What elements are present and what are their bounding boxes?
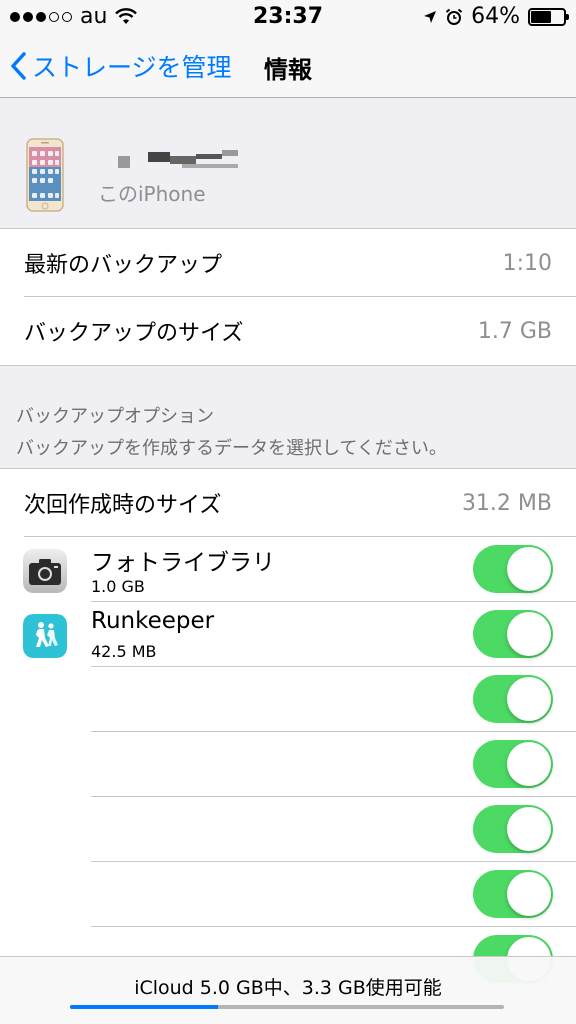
page-title: 情報 — [264, 56, 312, 84]
backup-options-group: 次回作成時のサイズ 31.2 MB フォトライブラリ 1.0 GB Runkee… — [0, 468, 576, 983]
iphone-device-icon — [26, 138, 64, 212]
backup-options-header: バックアップオプション — [16, 406, 214, 427]
backup-toggle[interactable] — [473, 870, 553, 918]
backup-toggle[interactable] — [473, 805, 553, 853]
app-name: Runkeeper — [91, 608, 215, 634]
backup-options-subheader: バックアップを作成するデータを選択してください。 — [16, 438, 447, 459]
storage-progress-bar — [70, 1005, 504, 1009]
backup-size-label: バックアップのサイズ — [24, 321, 244, 346]
next-backup-size-value: 31.2 MB — [461, 490, 552, 516]
storage-progress-fill — [70, 1005, 218, 1009]
app-row-runkeeper: Runkeeper 42.5 MB — [0, 602, 576, 667]
app-size: 1.0 GB — [91, 577, 145, 596]
latest-backup-row: 最新のバックアップ 1:10 — [0, 229, 576, 297]
app-row — [0, 732, 576, 797]
alarm-clock-icon — [445, 8, 463, 25]
back-button[interactable]: ストレージを管理 — [10, 48, 232, 84]
backup-info-group: 最新のバックアップ 1:10 バックアップのサイズ 1.7 GB — [0, 228, 576, 366]
battery-percent: 64% — [471, 4, 520, 29]
backup-toggle-photo-library[interactable] — [473, 545, 553, 593]
backup-toggle-runkeeper[interactable] — [473, 610, 553, 658]
location-arrow-icon — [424, 10, 437, 23]
next-backup-size-label: 次回作成時のサイズ — [24, 493, 222, 518]
backup-toggle[interactable] — [473, 740, 553, 788]
backup-size-row: バックアップのサイズ 1.7 GB — [0, 297, 576, 365]
app-row-photo-library: フォトライブラリ 1.0 GB — [0, 537, 576, 602]
device-header: このiPhone — [0, 110, 576, 226]
app-name: フォトライブラリ — [91, 550, 275, 576]
backup-size-value: 1.7 GB — [477, 318, 552, 344]
status-bar: au 23:37 64% — [0, 0, 576, 34]
app-size: 42.5 MB — [91, 642, 157, 661]
runkeeper-icon — [23, 614, 67, 658]
camera-icon — [23, 549, 67, 593]
latest-backup-label: 最新のバックアップ — [24, 253, 223, 278]
status-right: 64% — [423, 4, 569, 29]
navigation-bar: ストレージを管理 情報 — [0, 34, 576, 98]
back-button-label: ストレージを管理 — [32, 53, 232, 82]
latest-backup-value: 1:10 — [502, 250, 552, 276]
backup-toggle[interactable] — [473, 675, 553, 723]
device-subtitle: このiPhone — [98, 182, 206, 206]
app-row — [0, 797, 576, 862]
storage-footer: iCloud 5.0 GB中、3.3 GB使用可能 — [0, 956, 576, 1024]
battery-level-fill — [531, 10, 552, 23]
battery-icon — [528, 7, 569, 26]
app-row — [0, 667, 576, 732]
chevron-left-icon — [11, 52, 26, 80]
app-row — [0, 862, 576, 927]
next-backup-size-row: 次回作成時のサイズ 31.2 MB — [0, 469, 576, 537]
storage-summary: iCloud 5.0 GB中、3.3 GB使用可能 — [134, 977, 442, 999]
